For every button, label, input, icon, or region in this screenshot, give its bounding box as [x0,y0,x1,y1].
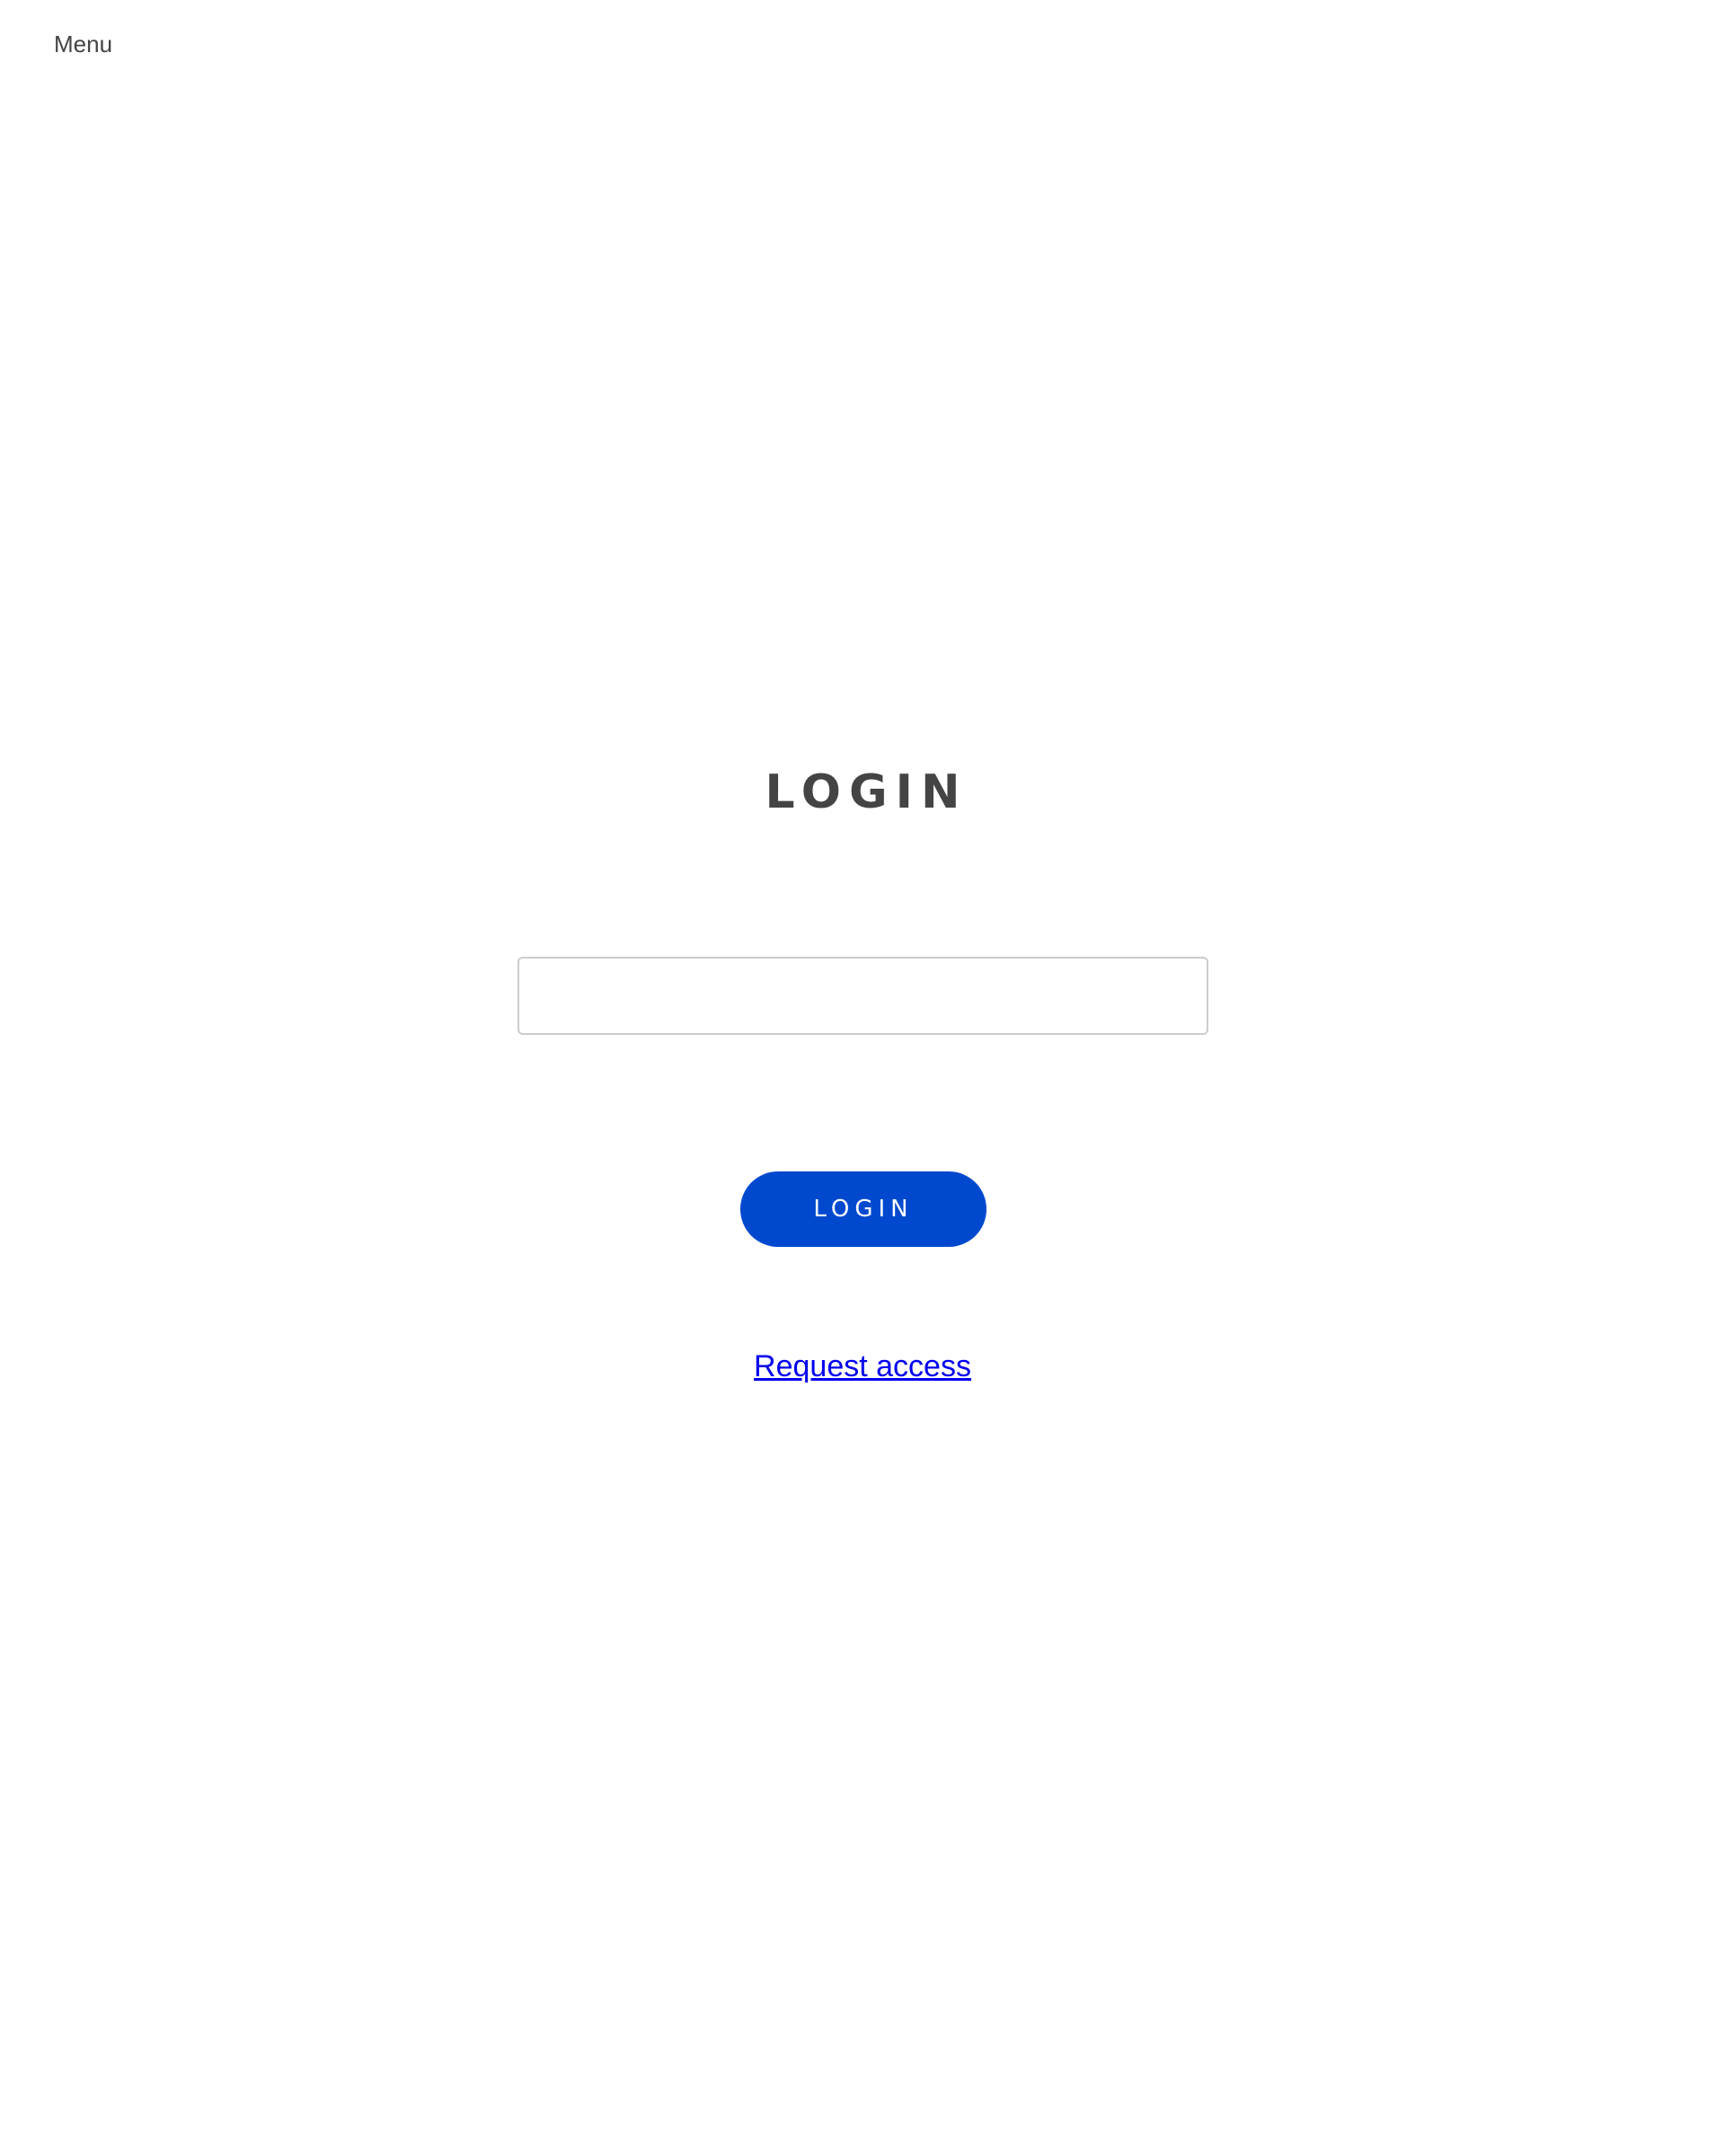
login-button[interactable]: LOGIN [740,1171,986,1247]
menu-button[interactable]: Menu [54,31,112,58]
request-access-link[interactable]: Request access [754,1349,971,1383]
page-title: LOGIN [765,765,969,819]
login-input[interactable] [518,957,1208,1035]
request-access-container: Request access [0,1349,1725,1384]
